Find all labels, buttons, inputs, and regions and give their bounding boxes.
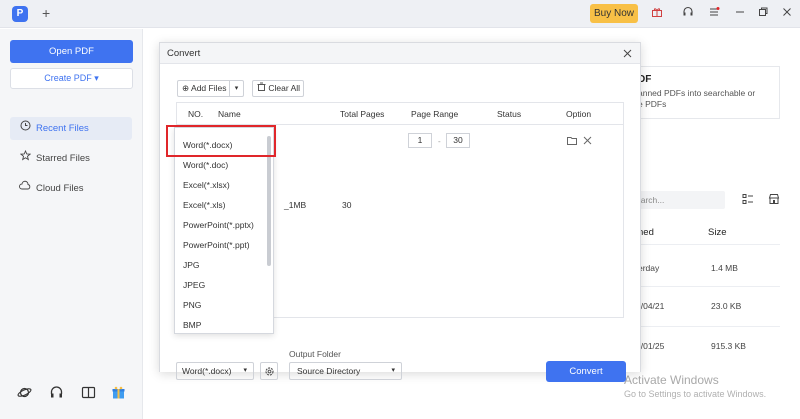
divider: [625, 244, 780, 245]
sidebar-item-label: Cloud Files: [36, 183, 84, 194]
format-option-bmp[interactable]: BMP: [175, 315, 267, 335]
book-icon[interactable]: [80, 385, 96, 401]
format-option-powerpoint-ppt[interactable]: PowerPoint(*.ppt): [175, 235, 267, 255]
column-header-total-pages: Total Pages: [340, 109, 385, 119]
add-icon: ⊕: [182, 83, 190, 93]
close-icon[interactable]: [780, 6, 794, 20]
column-header-name: Name: [218, 109, 241, 119]
format-option-powerpoint-pptx[interactable]: PowerPoint(*.pptx): [175, 215, 267, 235]
highlight-box: [166, 125, 276, 157]
divider: [625, 286, 780, 287]
feature-card-title: DF: [638, 74, 652, 85]
feature-card[interactable]: DF anned PDFs into searchable or e PDFs: [625, 66, 780, 119]
output-format-select[interactable]: Word(*.docx) ▾: [176, 362, 254, 380]
column-header-no: NO.: [188, 109, 204, 119]
activation-watermark-title: Activate Windows: [624, 373, 719, 387]
file-size: 23.0 KB: [711, 301, 742, 311]
dialog-title: Convert: [167, 48, 201, 59]
total-pages-value: 30: [342, 200, 352, 210]
format-dropdown-list: Word(*.docx) Word(*.doc) Excel(*.xlsx) E…: [174, 127, 274, 334]
menu-icon[interactable]: [707, 6, 721, 20]
store-icon[interactable]: [767, 193, 780, 206]
format-option-jpeg[interactable]: JPEG: [175, 275, 267, 295]
add-files-button[interactable]: ⊕ Add Files ▾: [177, 80, 244, 97]
format-option-excel-xlsx[interactable]: Excel(*.xlsx): [175, 175, 267, 195]
table-header: NO. Name Total Pages Page Range Status O…: [177, 103, 623, 125]
sidebar-item-cloud-files[interactable]: Cloud Files: [10, 177, 132, 200]
format-option-jpg[interactable]: JPG: [175, 255, 267, 275]
cloud-icon: [18, 177, 32, 200]
sidebar-item-recent-files[interactable]: Recent Files: [10, 117, 132, 140]
column-header-size[interactable]: Size: [708, 227, 726, 238]
headset-icon[interactable]: [681, 6, 695, 20]
create-pdf-button[interactable]: Create PDF ▾: [10, 68, 133, 89]
format-option-excel-xls[interactable]: Excel(*.xls): [175, 195, 267, 215]
dialog-close-button[interactable]: [623, 46, 632, 61]
chevron-down-icon: ▾: [391, 367, 395, 374]
sidebar-item-label: Starred Files: [36, 153, 90, 164]
sidebar: Open PDF Create PDF ▾ Recent Files Starr…: [0, 29, 143, 419]
gift-box-icon[interactable]: [110, 385, 126, 401]
list-view-icon[interactable]: [741, 193, 754, 206]
page-range-start-input[interactable]: 1: [408, 133, 432, 148]
feature-card-description: anned PDFs into searchable or e PDFs: [638, 88, 756, 109]
column-header-page-range: Page Range: [411, 109, 459, 119]
add-files-label: Add Files: [191, 83, 227, 93]
format-option-png[interactable]: PNG: [175, 295, 267, 315]
headset-icon[interactable]: [48, 385, 64, 401]
convert-button[interactable]: Convert: [546, 361, 626, 382]
file-name: _1MB: [284, 200, 307, 210]
new-tab-button[interactable]: +: [42, 5, 50, 21]
minimize-icon[interactable]: [733, 6, 747, 20]
gift-icon[interactable]: [650, 6, 664, 20]
sidebar-bottom-icons: [14, 385, 134, 405]
divider: [625, 326, 780, 327]
column-header-status: Status: [497, 109, 522, 119]
page-range-separator: -: [438, 137, 441, 146]
file-size: 1.4 MB: [711, 263, 738, 273]
title-bar: P + Buy Now: [0, 0, 800, 28]
planet-icon[interactable]: [16, 385, 32, 401]
open-pdf-button[interactable]: Open PDF: [10, 40, 133, 63]
sidebar-item-label: Recent Files: [36, 123, 89, 134]
file-date: erday: [638, 263, 660, 273]
column-header-option: Option: [566, 109, 592, 119]
clock-icon: [18, 117, 32, 140]
add-files-dropdown-toggle[interactable]: ▾: [229, 81, 243, 96]
activation-watermark-subtitle: Go to Settings to activate Windows.: [624, 389, 767, 399]
page-range-end-input[interactable]: 30: [446, 133, 470, 148]
format-option-word-doc[interactable]: Word(*.doc): [175, 155, 267, 175]
folder-icon[interactable]: [567, 136, 577, 147]
clear-all-label: Clear All: [268, 83, 301, 93]
file-size: 915.3 KB: [711, 341, 746, 351]
output-folder-select[interactable]: Source Directory ▾: [289, 362, 402, 380]
settings-gear-button[interactable]: [260, 362, 278, 380]
restore-icon[interactable]: [756, 6, 770, 20]
clear-icon: [257, 82, 268, 93]
chevron-down-icon: ▾: [243, 367, 247, 374]
app-logo-icon: P: [12, 6, 28, 22]
star-icon: [18, 147, 32, 170]
buy-now-button[interactable]: Buy Now: [590, 4, 638, 23]
remove-file-icon[interactable]: [583, 136, 592, 147]
output-folder-label: Output Folder: [289, 349, 341, 359]
clear-all-button[interactable]: Clear All: [252, 80, 304, 97]
dialog-header: Convert: [160, 43, 640, 64]
sidebar-item-starred-files[interactable]: Starred Files: [10, 147, 132, 170]
